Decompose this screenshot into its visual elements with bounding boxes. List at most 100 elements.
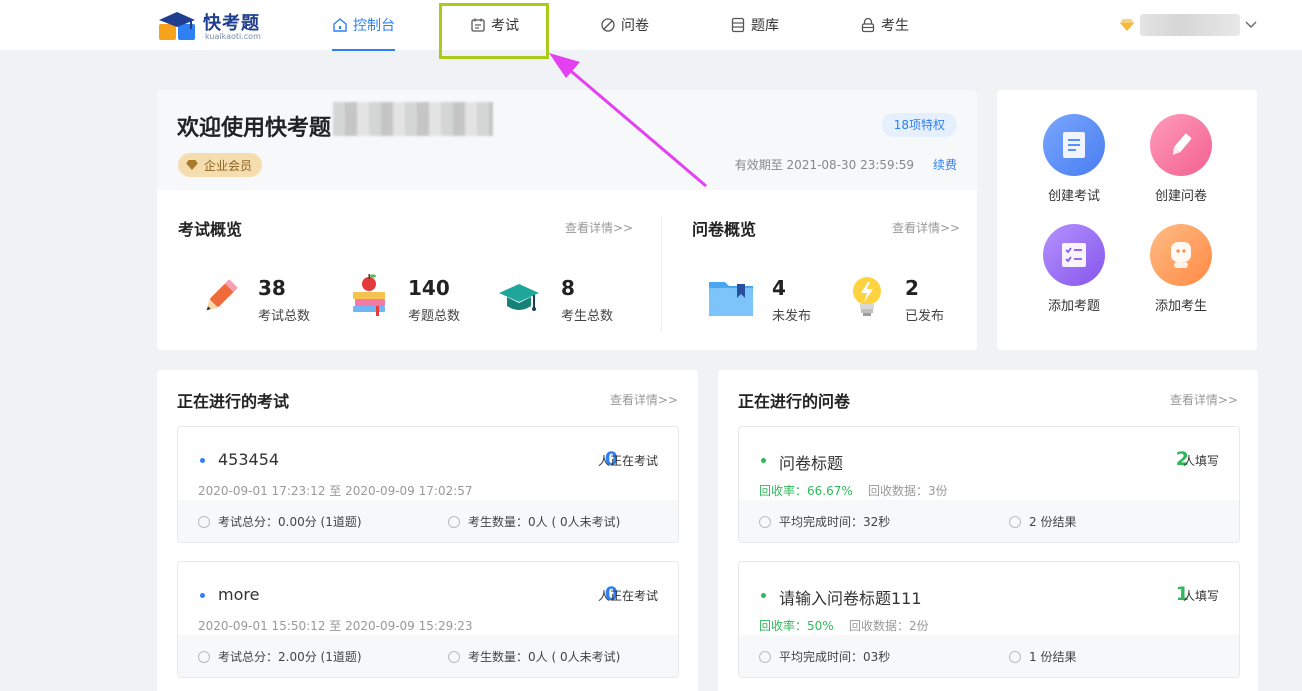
top-navbar: 快考题 kuaikaoti.com 控制台 考试 问卷 题库 考生 [0, 0, 1302, 51]
add-candidate-label: 添加考生 [1154, 299, 1207, 314]
survey-item-footer: 平均完成时间：32秒 2 份结果 [739, 500, 1239, 542]
diamond-icon [1120, 19, 1134, 31]
exam-overview-more-link[interactable]: 查看详情>> [565, 219, 633, 236]
exam-takers-info: 考生数量：0人 ( 0人未考试) [448, 513, 620, 530]
status-dot [200, 593, 205, 598]
document-icon [1043, 114, 1105, 176]
brand-logo[interactable]: 快考题 kuaikaoti.com [157, 6, 267, 44]
ongoing-exams-more-link[interactable]: 查看详情>> [610, 391, 678, 408]
divider [661, 216, 662, 332]
survey-title: 问卷标题 [779, 454, 844, 473]
pencil-icon [206, 279, 238, 311]
results-icon [1009, 650, 1021, 663]
survey-results-info: 1 份结果 [1009, 648, 1076, 665]
exam-takers-text: 考生数量：0人 ( 0人未考试) [468, 650, 621, 664]
stat-value: 38 [258, 276, 286, 300]
pen-icon [1150, 114, 1212, 176]
survey-item-footer: 平均完成时间：03秒 1 份结果 [739, 635, 1239, 677]
compass-icon [198, 650, 210, 663]
privileges-badge[interactable]: 18项特权 [881, 113, 957, 137]
stat-value: 2 [905, 276, 919, 300]
nav-label-candidates: 考生 [881, 18, 909, 34]
add-question-button[interactable]: 添加考题 [1027, 224, 1127, 324]
highlight-box [439, 3, 549, 59]
stat-published[interactable]: 2 已发布 [847, 276, 967, 336]
stat-total-candidates[interactable]: 8 考生总数 [497, 276, 637, 336]
exam-takers-text: 考生数量：0人 ( 0人未考试) [468, 515, 621, 529]
expire-date: 有效期至 2021-08-30 23:59:59 [734, 158, 914, 172]
add-candidate-button[interactable]: 添加考生 [1134, 224, 1234, 324]
survey-stats-line: 回收率：66.67% 回收数据：3份 [759, 482, 948, 499]
database-icon [731, 17, 745, 33]
exam-score-info: 考试总分：0.00分 (1道题) [198, 513, 362, 530]
survey-item[interactable]: 问卷标题 2 人填写 回收率：66.67% 回收数据：3份 平均完成时间：32秒… [738, 426, 1240, 543]
stat-total-questions[interactable]: 140 考题总数 [350, 274, 490, 336]
diamond-icon [186, 160, 198, 170]
compass-icon [198, 515, 210, 528]
survey-fill-label: 人填写 [1182, 589, 1219, 603]
leaf-icon [601, 18, 615, 32]
ongoing-surveys-more-link[interactable]: 查看详情>> [1170, 391, 1238, 408]
exam-taking-label: 人正在考试 [597, 589, 658, 603]
welcome-header: 欢迎使用快考题 企业会员 18项特权 有效期至 2021-08-30 23:59… [157, 90, 977, 190]
create-survey-button[interactable]: 创建问卷 [1134, 114, 1234, 214]
clock-icon [759, 515, 771, 528]
survey-avg-time-text: 平均完成时间：03秒 [779, 650, 891, 664]
create-survey-label: 创建问卷 [1154, 189, 1207, 204]
survey-results-text: 2 份结果 [1029, 515, 1077, 529]
status-dot [761, 593, 766, 598]
stat-label: 未发布 [772, 309, 812, 324]
nav-item-dashboard[interactable]: 控制台 [332, 0, 395, 51]
stat-label: 已发布 [905, 309, 945, 324]
exam-item[interactable]: 453454 0 人正在考试 2020-09-01 17:23:12 至 202… [177, 426, 679, 543]
exam-score-info: 考试总分：2.00分 (1道题) [198, 648, 362, 665]
status-dot [761, 458, 766, 463]
arrow-head [549, 53, 580, 78]
status-dot [200, 458, 205, 463]
lightbulb-icon [853, 277, 881, 316]
ongoing-surveys-title: 正在进行的问卷 [738, 392, 851, 411]
nav-item-candidates[interactable]: 考生 [860, 0, 909, 50]
welcome-title: 欢迎使用快考题 [177, 116, 332, 141]
survey-recovery-rate: 回收率：66.67% [759, 484, 853, 498]
user-name-blurred [1140, 14, 1240, 36]
ongoing-surveys-panel: 正在进行的问卷 查看详情>> 问卷标题 2 人填写 回收率：66.67% 回收数… [718, 370, 1258, 691]
survey-item[interactable]: 请输入问卷标题111 1 人填写 回收率：50% 回收数据：2份 平均完成时间：… [738, 561, 1240, 678]
survey-collected: 回收数据：2份 [848, 619, 929, 633]
stat-value: 4 [772, 276, 786, 300]
nav-item-question-bank[interactable]: 题库 [730, 0, 779, 50]
user-menu[interactable] [1120, 13, 1258, 37]
clock-icon [759, 650, 771, 663]
survey-title: 请输入问卷标题111 [779, 589, 922, 608]
overview-card: 欢迎使用快考题 企业会员 18项特权 有效期至 2021-08-30 23:59… [157, 90, 977, 350]
nav-label-survey: 问卷 [621, 18, 649, 34]
create-exam-button[interactable]: 创建考试 [1027, 114, 1127, 214]
add-question-label: 添加考题 [1047, 299, 1100, 314]
exam-item[interactable]: more 0 人正在考试 2020-09-01 15:50:12 至 2020-… [177, 561, 679, 678]
stat-total-exams[interactable]: 38 考试总数 [200, 276, 340, 336]
company-name-blurred [333, 102, 493, 136]
exam-item-footer: 考试总分：0.00分 (1道题) 考生数量：0人 ( 0人未考试) [178, 500, 678, 542]
stat-value: 140 [408, 276, 450, 300]
brand-domain: kuaikaoti.com [205, 32, 261, 41]
survey-avg-time-info: 平均完成时间：32秒 [759, 513, 890, 530]
renew-link[interactable]: 续费 [933, 156, 957, 173]
survey-overview-more-link[interactable]: 查看详情>> [892, 219, 960, 236]
nav-item-survey[interactable]: 问卷 [600, 0, 649, 50]
folder-icon [709, 282, 753, 316]
survey-results-text: 1 份结果 [1029, 650, 1077, 664]
exam-takers-info: 考生数量：0人 ( 0人未考试) [448, 648, 620, 665]
chevron-down-icon [1245, 21, 1257, 28]
nav-label-dashboard: 控制台 [353, 18, 395, 34]
exam-item-footer: 考试总分：2.00分 (1道题) 考生数量：0人 ( 0人未考试) [178, 635, 678, 677]
exam-taking-label: 人正在考试 [597, 454, 658, 468]
survey-fill-label: 人填写 [1182, 454, 1219, 468]
stat-unpublished[interactable]: 4 未发布 [707, 276, 827, 336]
lock-person-icon [861, 17, 875, 33]
survey-collected: 回收数据：3份 [868, 484, 948, 498]
survey-avg-time-info: 平均完成时间：03秒 [759, 648, 890, 665]
survey-avg-time-text: 平均完成时间：32秒 [779, 515, 891, 529]
home-icon [333, 18, 347, 32]
ongoing-exams-panel: 正在进行的考试 查看详情>> 453454 0 人正在考试 2020-09-01… [157, 370, 698, 691]
stat-value: 8 [561, 276, 575, 300]
